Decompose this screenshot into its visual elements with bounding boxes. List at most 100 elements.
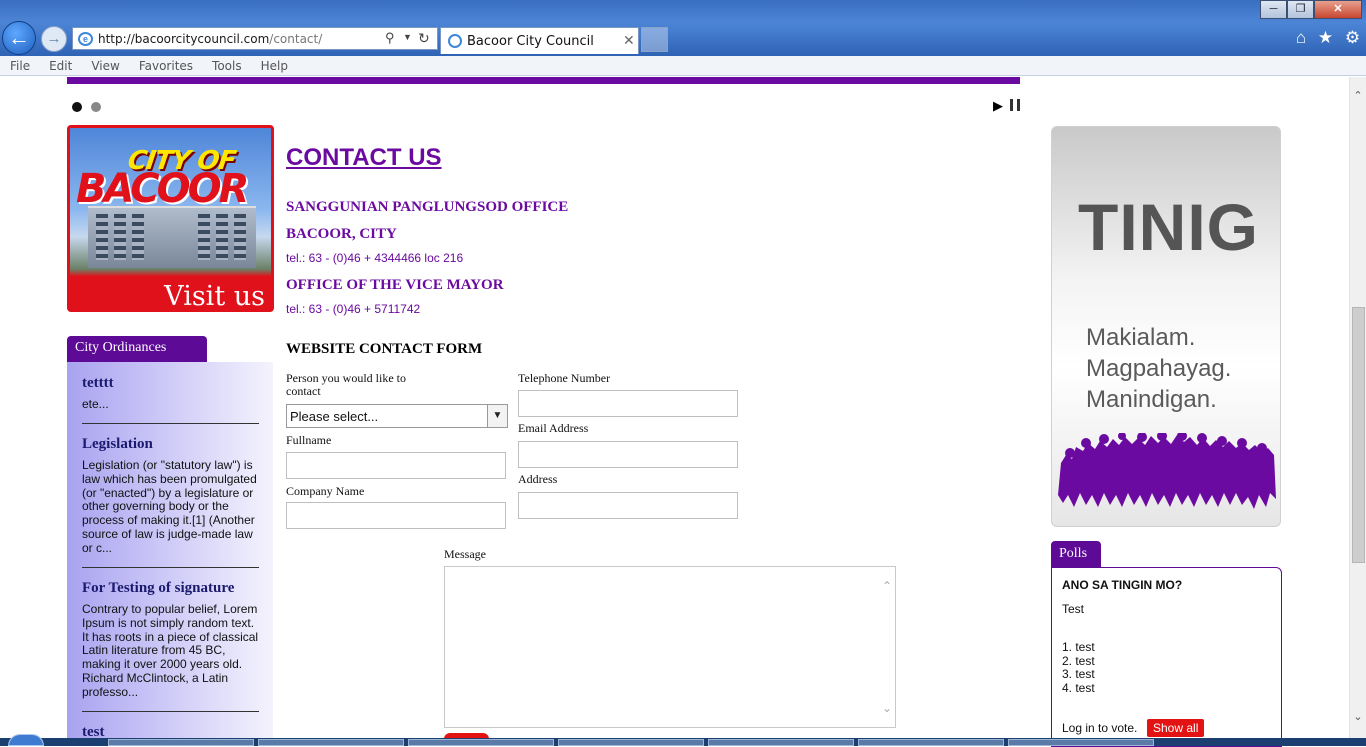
ordinance-title[interactable]: tetttt [82, 375, 259, 392]
banner-visit-us: Visit us [164, 281, 265, 312]
address-label: Address [518, 472, 558, 486]
taskbar-item[interactable] [108, 739, 254, 746]
person-label: Person you would like to contact [286, 371, 406, 398]
ie-icon: e [78, 32, 93, 46]
gear-icon[interactable]: ⚙ [1345, 28, 1360, 50]
ordinance-title[interactable]: Legislation [82, 436, 259, 453]
banner-bacoor: BACOOR [76, 166, 249, 212]
page-title[interactable]: CONTACT US [286, 144, 442, 172]
chevron-down-icon[interactable]: ▼ [403, 32, 412, 42]
favorites-star-icon[interactable]: ★ [1318, 28, 1333, 50]
email-label: Email Address [518, 421, 589, 435]
taskbar [0, 738, 1366, 746]
office-telephone: tel.: 63 - (0)46 + 5711742 [286, 302, 421, 316]
scroll-up-icon[interactable]: ⌃ [882, 579, 892, 593]
tinig-slogan-2: Magpahayag. [1086, 355, 1232, 382]
tinig-slogan-3: Manindigan. [1086, 386, 1217, 413]
ordinances-panel: tetttt ete... Legislation Legislation (o… [67, 362, 273, 740]
poll-option: 1. test [1062, 640, 1095, 654]
poll-options: 1. test 2. test 3. test 4. test [1062, 640, 1095, 695]
chevron-down-icon[interactable]: ▼ [487, 405, 507, 427]
taskbar-item[interactable] [1008, 739, 1154, 746]
menu-help[interactable]: Help [251, 56, 297, 75]
address-input[interactable] [518, 492, 738, 519]
play-icon[interactable]: ▶ [993, 98, 1003, 114]
slider-dots [72, 102, 101, 112]
ordinance-summary: ete... [82, 397, 109, 411]
fullname-input[interactable] [286, 452, 506, 479]
divider [82, 423, 259, 424]
office-telephone: tel.: 63 - (0)46 + 4344466 loc 216 [286, 251, 464, 265]
menu-file[interactable]: File [0, 56, 39, 75]
ordinance-summary: Legislation (or "statutory law") is law … [82, 458, 257, 555]
maximize-button[interactable]: ❐ [1287, 0, 1314, 19]
minimize-button[interactable]: ─ [1260, 0, 1287, 19]
close-tab-icon[interactable]: ✕ [623, 32, 635, 49]
ordinances-tab[interactable]: City Ordinances [67, 336, 207, 362]
address-bar[interactable]: e http://bacoorcitycouncil.com/contact/ … [72, 27, 438, 50]
show-all-button[interactable]: Show all [1147, 719, 1205, 737]
scroll-up-icon[interactable]: ⌃ [1350, 89, 1366, 102]
email-input[interactable] [518, 441, 738, 468]
start-button[interactable] [8, 734, 44, 746]
taskbar-item[interactable] [258, 739, 404, 746]
close-window-button[interactable]: ✕ [1314, 0, 1362, 19]
scroll-down-icon[interactable]: ⌄ [1350, 710, 1366, 723]
menu-edit[interactable]: Edit [39, 56, 81, 75]
menu-view[interactable]: View [81, 56, 128, 75]
company-input[interactable] [286, 502, 506, 529]
refresh-icon[interactable]: ↻ [418, 30, 430, 47]
pause-icon[interactable] [1010, 99, 1020, 111]
page-scrollbar[interactable]: ⌃ ⌄ [1349, 77, 1366, 738]
fullname-label: Fullname [286, 433, 332, 447]
menu-favorites[interactable]: Favorites [129, 56, 202, 75]
telephone-input[interactable] [518, 390, 738, 417]
taskbar-item[interactable] [858, 739, 1004, 746]
forward-button[interactable]: → [41, 26, 67, 52]
window-controls: ─ ❐ ✕ [1260, 0, 1366, 19]
person-select[interactable]: Please select... ▼ [286, 404, 508, 428]
poll-login-link[interactable]: Log in to vote. [1062, 721, 1137, 735]
slide-dot-2[interactable] [91, 102, 101, 112]
browser-tab[interactable]: Bacoor City Council ✕ [440, 27, 639, 54]
office-city: BACOOR, CITY [286, 226, 397, 242]
message-textarea[interactable]: ⌃ ⌄ [444, 566, 896, 728]
ie-icon [448, 34, 462, 48]
company-label: Company Name [286, 484, 365, 498]
taskbar-item[interactable] [408, 739, 554, 746]
tab-title: Bacoor City Council [467, 34, 594, 49]
tinig-banner[interactable]: TINIG Makialam. Magpahayag. Manindigan. [1051, 126, 1281, 527]
back-button[interactable]: ← [2, 21, 36, 55]
scroll-down-icon[interactable]: ⌄ [882, 701, 892, 715]
address-url[interactable]: http://bacoorcitycouncil.com/contact/ [98, 32, 322, 46]
polls-tab[interactable]: Polls [1051, 541, 1101, 568]
poll-option: 3. test [1062, 667, 1095, 682]
telephone-label: Telephone Number [518, 371, 611, 385]
message-label: Message [444, 547, 486, 561]
new-tab-button[interactable] [641, 27, 668, 52]
ordinance-item[interactable]: tetttt ete... [82, 375, 259, 412]
taskbar-item[interactable] [708, 739, 854, 746]
person-select-value: Please select... [290, 409, 379, 424]
city-hall-image [88, 206, 256, 268]
slide-dot-1[interactable] [72, 102, 82, 112]
polls-tab-label: Polls [1059, 546, 1088, 561]
divider [82, 567, 259, 568]
office-name: OFFICE OF THE VICE MAYOR [286, 277, 504, 293]
scroll-thumb[interactable] [1352, 307, 1365, 563]
ordinance-item[interactable]: Legislation Legislation (or "statutory l… [82, 436, 259, 556]
tinig-title: TINIG [1078, 190, 1259, 264]
taskbar-item[interactable] [558, 739, 704, 746]
ordinances-tab-label: City Ordinances [75, 340, 167, 355]
faded-tabs-area [672, 33, 1292, 47]
search-icon[interactable]: ⚲ [385, 30, 395, 46]
ordinance-item[interactable]: For Testing of signature Contrary to pop… [82, 580, 259, 700]
home-icon[interactable]: ⌂ [1296, 28, 1306, 50]
menu-tools[interactable]: Tools [202, 56, 251, 75]
polls-panel: ANO SA TINGIN MO? Test 1. test 2. test 3… [1051, 567, 1282, 747]
visit-us-banner[interactable]: CITY OF BACOOR Visit us [67, 125, 274, 312]
poll-question: ANO SA TINGIN MO? [1062, 578, 1183, 592]
browser-toolbar: ← → e http://bacoorcitycouncil.com/conta… [0, 0, 1366, 56]
ordinance-title[interactable]: For Testing of signature [82, 580, 259, 597]
crowd-silhouette-image [1058, 433, 1276, 509]
